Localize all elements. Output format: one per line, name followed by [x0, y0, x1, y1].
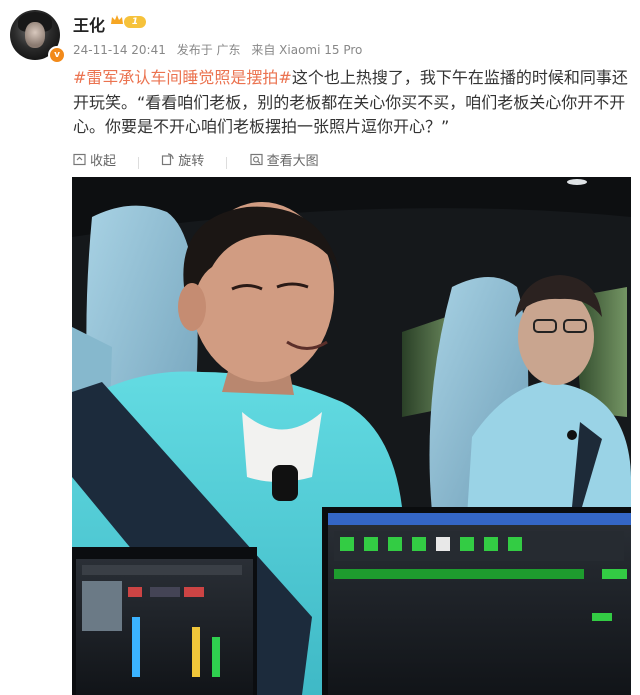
view-large-button[interactable]: 查看大图 [249, 150, 319, 169]
post-photo[interactable] [72, 177, 631, 695]
source: 来自 Xiaomi 15 Pro [251, 43, 363, 57]
hashtag-link[interactable]: #雷军承认车间睡觉照是摆拍# [73, 68, 292, 87]
level-badge: 1 [124, 16, 146, 28]
timestamp: 24-11-14 20:41 [73, 43, 166, 57]
divider [226, 156, 228, 169]
location: 发布于 广东 [176, 43, 241, 57]
rotate-button[interactable]: 旋转 [161, 150, 204, 169]
rotate-label: 旋转 [178, 154, 205, 169]
collapse-button[interactable]: 收起 [73, 150, 116, 169]
crown-icon [111, 15, 123, 24]
collapse-icon [73, 153, 86, 166]
divider [138, 156, 140, 169]
avatar-face [25, 22, 45, 48]
photo-illustration [72, 177, 631, 695]
collapse-label: 收起 [90, 154, 117, 169]
zoom-icon [249, 153, 263, 166]
rotate-icon [162, 153, 174, 166]
v-badge-icon: v [48, 46, 66, 64]
username[interactable]: 王化 [73, 12, 105, 36]
image-actions: 收起 旋转 查看大图 [73, 150, 337, 170]
post-meta: 24-11-14 20:41 发布于 广东 来自 Xiaomi 15 Pro [73, 41, 369, 58]
post-text: #雷军承认车间睡觉照是摆拍#这个也上热搜了，我下午在监播的时候和同事还开玩笑。“… [73, 66, 629, 140]
view-large-label: 查看大图 [266, 154, 319, 169]
post-header: v 王化 1 24-11-14 20:41 发布于 广东 来自 Xiaomi 1… [0, 0, 640, 68]
